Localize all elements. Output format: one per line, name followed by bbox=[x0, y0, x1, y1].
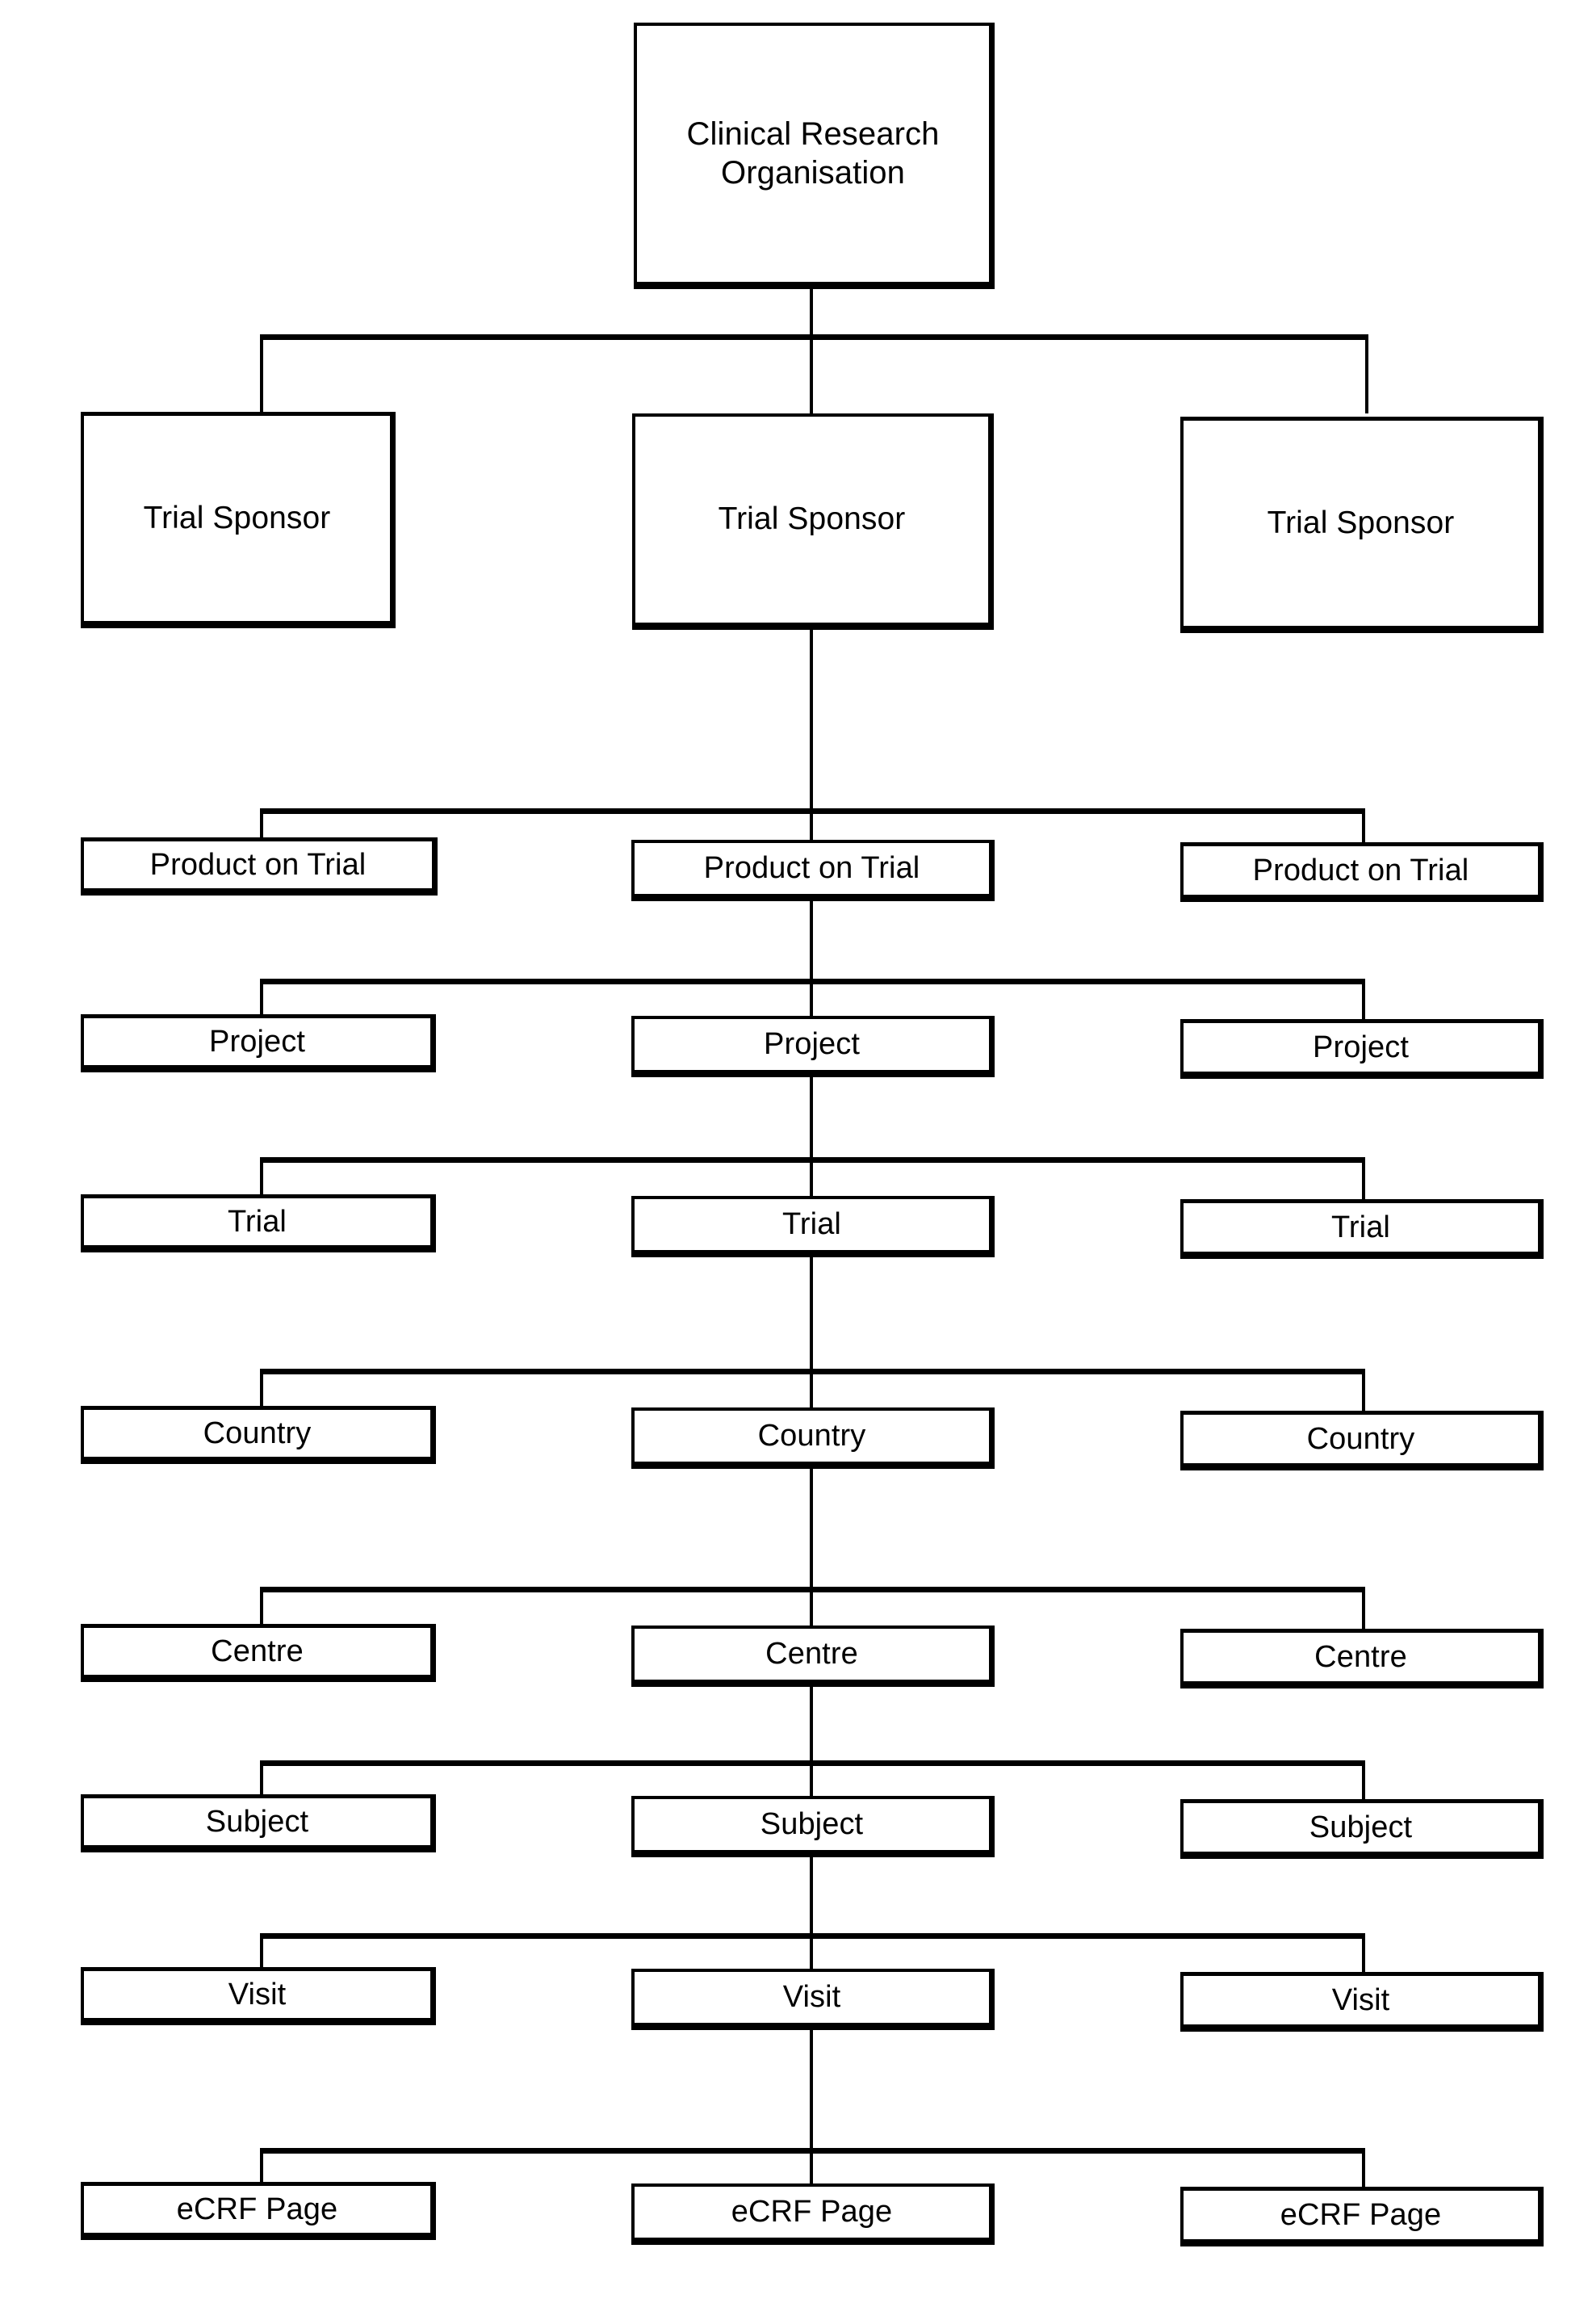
node-subject-center[interactable]: Subject bbox=[631, 1796, 995, 1857]
node-label: Visit bbox=[782, 1980, 841, 2015]
node-centre-center[interactable]: Centre bbox=[631, 1626, 995, 1687]
connector-drop-left-trial bbox=[260, 1157, 263, 1194]
connector-drop-right-trial-sponsor bbox=[1365, 334, 1368, 413]
connector-drop-right-ecrf-page bbox=[1362, 2148, 1365, 2187]
connector-bus-subject bbox=[260, 1760, 1365, 1766]
node-label: Subject bbox=[760, 1807, 864, 1842]
node-subject-left[interactable]: Subject bbox=[81, 1794, 436, 1852]
node-trial-sponsor-left[interactable]: Trial Sponsor bbox=[81, 412, 396, 628]
node-centre-left[interactable]: Centre bbox=[81, 1624, 436, 1682]
node-visit-right[interactable]: Visit bbox=[1180, 1972, 1544, 2032]
node-label: Centre bbox=[211, 1634, 304, 1668]
connector-spine-product-to-project bbox=[810, 892, 813, 1017]
connector-bus-product-on-trial bbox=[260, 808, 1365, 814]
node-label: Subject bbox=[205, 1804, 309, 1839]
connector-drop-right-subject bbox=[1362, 1760, 1365, 1799]
connector-bus-centre bbox=[260, 1587, 1365, 1592]
node-label: Trial Sponsor bbox=[1267, 505, 1455, 540]
connector-spine-visit-to-ecrf bbox=[810, 2023, 813, 2184]
connector-spine-root-to-trial-sponsor bbox=[810, 334, 813, 415]
connector-drop-right-trial bbox=[1362, 1157, 1365, 1199]
connector-bus-visit bbox=[260, 1933, 1365, 1939]
connector-drop-right-country bbox=[1362, 1369, 1365, 1411]
hierarchy-diagram: Clinical Research Organisation Trial Spo… bbox=[0, 0, 1588, 2324]
node-product-on-trial-center[interactable]: Product on Trial bbox=[631, 840, 995, 901]
node-product-on-trial-left[interactable]: Product on Trial bbox=[81, 837, 438, 896]
node-label: eCRF Page bbox=[1280, 2197, 1442, 2232]
node-label: Visit bbox=[1331, 1982, 1390, 2017]
node-centre-right[interactable]: Centre bbox=[1180, 1629, 1544, 1688]
node-label: Trial bbox=[228, 1204, 287, 1239]
node-trial-center[interactable]: Trial bbox=[631, 1196, 995, 1257]
connector-bus-project bbox=[260, 979, 1365, 984]
node-trial-sponsor-center[interactable]: Trial Sponsor bbox=[632, 413, 994, 630]
node-country-center[interactable]: Country bbox=[631, 1407, 995, 1469]
connector-root-stem bbox=[810, 287, 813, 339]
connector-bus-trial bbox=[260, 1157, 1365, 1163]
connector-spine-centre-to-subject bbox=[810, 1680, 813, 1799]
node-country-right[interactable]: Country bbox=[1180, 1411, 1544, 1470]
connector-bus-trial-sponsor bbox=[260, 334, 1368, 340]
node-label: Trial Sponsor bbox=[143, 500, 331, 535]
connector-spine-project-to-trial bbox=[810, 1070, 813, 1198]
node-label: Product on Trial bbox=[703, 851, 920, 886]
node-country-left[interactable]: Country bbox=[81, 1406, 436, 1464]
node-label: Country bbox=[203, 1416, 312, 1450]
node-product-on-trial-right[interactable]: Product on Trial bbox=[1180, 842, 1544, 902]
connector-drop-left-ecrf-page bbox=[260, 2148, 263, 2182]
node-trial-left[interactable]: Trial bbox=[81, 1194, 436, 1252]
node-label: Country bbox=[757, 1419, 866, 1454]
connector-drop-left-centre bbox=[260, 1587, 263, 1624]
connector-bus-country bbox=[260, 1369, 1365, 1374]
connector-spine-trial-to-country bbox=[810, 1250, 813, 1412]
node-clinical-research-organisation[interactable]: Clinical Research Organisation bbox=[634, 23, 995, 289]
node-label: eCRF Page bbox=[731, 2195, 893, 2230]
connector-drop-left-visit bbox=[260, 1933, 263, 1967]
node-label: Centre bbox=[1314, 1639, 1407, 1674]
node-trial-sponsor-right[interactable]: Trial Sponsor bbox=[1180, 417, 1544, 633]
connector-drop-left-country bbox=[260, 1369, 263, 1406]
connector-drop-left-project bbox=[260, 979, 263, 1014]
node-label: Subject bbox=[1309, 1810, 1413, 1844]
node-ecrf-page-left[interactable]: eCRF Page bbox=[81, 2182, 436, 2240]
node-trial-right[interactable]: Trial bbox=[1180, 1199, 1544, 1259]
node-ecrf-page-right[interactable]: eCRF Page bbox=[1180, 2187, 1544, 2246]
connector-bus-ecrf-page bbox=[260, 2148, 1365, 2154]
node-label: Trial Sponsor bbox=[718, 501, 906, 537]
node-label: Country bbox=[1306, 1421, 1415, 1456]
node-visit-center[interactable]: Visit bbox=[631, 1969, 995, 2030]
node-subject-right[interactable]: Subject bbox=[1180, 1799, 1544, 1859]
node-project-right[interactable]: Project bbox=[1180, 1019, 1544, 1079]
node-label: Project bbox=[764, 1027, 860, 1062]
connector-drop-right-project bbox=[1362, 979, 1365, 1019]
node-label: Visit bbox=[228, 1977, 287, 2011]
node-label: Centre bbox=[765, 1637, 858, 1672]
node-label: Product on Trial bbox=[149, 847, 367, 882]
connector-spine-country-to-centre bbox=[810, 1462, 813, 1630]
node-label: Project bbox=[209, 1024, 305, 1059]
node-ecrf-page-center[interactable]: eCRF Page bbox=[631, 2183, 995, 2245]
node-project-left[interactable]: Project bbox=[81, 1014, 436, 1072]
connector-drop-left-subject bbox=[260, 1760, 263, 1794]
connector-drop-left-product-on-trial bbox=[260, 808, 263, 837]
node-label: Trial bbox=[782, 1207, 841, 1242]
connector-drop-right-visit bbox=[1362, 1933, 1365, 1972]
node-label: Product on Trial bbox=[1252, 853, 1469, 887]
node-label: Project bbox=[1313, 1030, 1409, 1064]
connector-drop-left-trial-sponsor bbox=[260, 334, 263, 413]
node-label: eCRF Page bbox=[176, 2192, 338, 2226]
connector-drop-right-product-on-trial bbox=[1362, 808, 1365, 842]
node-label: Clinical Research Organisation bbox=[686, 116, 940, 191]
node-visit-left[interactable]: Visit bbox=[81, 1967, 436, 2025]
connector-spine-subject-to-visit bbox=[810, 1849, 813, 1972]
node-project-center[interactable]: Project bbox=[631, 1016, 995, 1077]
node-label: Trial bbox=[1331, 1210, 1390, 1244]
connector-drop-right-centre bbox=[1362, 1587, 1365, 1629]
